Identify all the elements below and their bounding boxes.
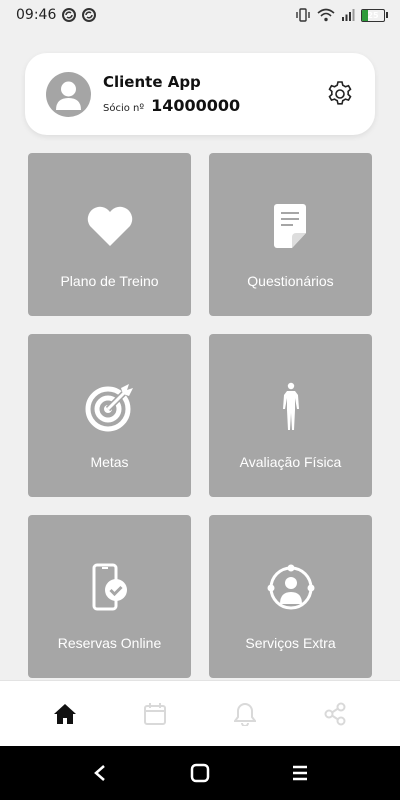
tile-label: Serviços Extra	[245, 635, 336, 651]
status-right: 25	[295, 8, 388, 22]
member-number: 14000000	[151, 96, 241, 115]
gear-icon[interactable]	[325, 79, 355, 109]
tile-reservas-online[interactable]: Reservas Online	[28, 515, 191, 678]
avatar-icon[interactable]	[46, 71, 91, 117]
sync-icon	[82, 8, 97, 22]
tile-avaliacao-fisica[interactable]: Avaliação Física	[209, 334, 372, 497]
recent-apps-icon[interactable]	[280, 753, 320, 793]
document-icon	[209, 191, 372, 261]
wifi-icon	[317, 8, 335, 22]
status-left: 09:46	[16, 7, 97, 23]
tile-label: Plano de Treino	[60, 273, 159, 289]
tile-label: Metas	[90, 454, 129, 470]
tile-metas[interactable]: Metas	[28, 334, 191, 497]
signal-icon	[341, 8, 355, 22]
target-icon	[28, 372, 191, 442]
phone-check-icon	[28, 553, 191, 623]
tile-questionarios[interactable]: Questionários	[209, 153, 372, 316]
tile-label: Avaliação Física	[239, 454, 342, 470]
clock: 09:46	[16, 7, 57, 23]
member-label: Sócio nº	[103, 103, 145, 114]
tile-label: Questionários	[247, 273, 334, 289]
bottom-nav	[0, 680, 400, 746]
tile-plano-de-treino[interactable]: Plano de Treino	[28, 153, 191, 316]
home-icon[interactable]	[45, 694, 85, 734]
battery-icon: 25	[361, 8, 388, 22]
calendar-icon[interactable]	[135, 694, 175, 734]
user-network-icon	[209, 553, 372, 623]
share-icon[interactable]	[315, 694, 355, 734]
sync-icon	[62, 8, 77, 22]
profile-card[interactable]: Cliente App Sócio nº 14000000	[25, 53, 375, 135]
vibrate-icon	[295, 8, 311, 22]
battery-tip	[386, 12, 388, 18]
android-nav-bar	[0, 746, 400, 800]
client-name: Cliente App	[103, 73, 201, 91]
bell-icon[interactable]	[225, 694, 265, 734]
battery-body: 25	[361, 8, 385, 22]
status-bar: 09:46 25	[0, 0, 400, 30]
tile-label: Reservas Online	[57, 635, 162, 651]
heart-icon	[28, 191, 191, 261]
profile-info: Cliente App Sócio nº 14000000	[103, 73, 325, 115]
member-row: Sócio nº 14000000	[103, 96, 325, 115]
battery-level: 25	[367, 10, 379, 20]
back-icon[interactable]	[80, 753, 120, 793]
body-icon	[209, 372, 372, 442]
home-button-icon[interactable]	[180, 753, 220, 793]
tile-servicos-extra[interactable]: Serviços Extra	[209, 515, 372, 678]
